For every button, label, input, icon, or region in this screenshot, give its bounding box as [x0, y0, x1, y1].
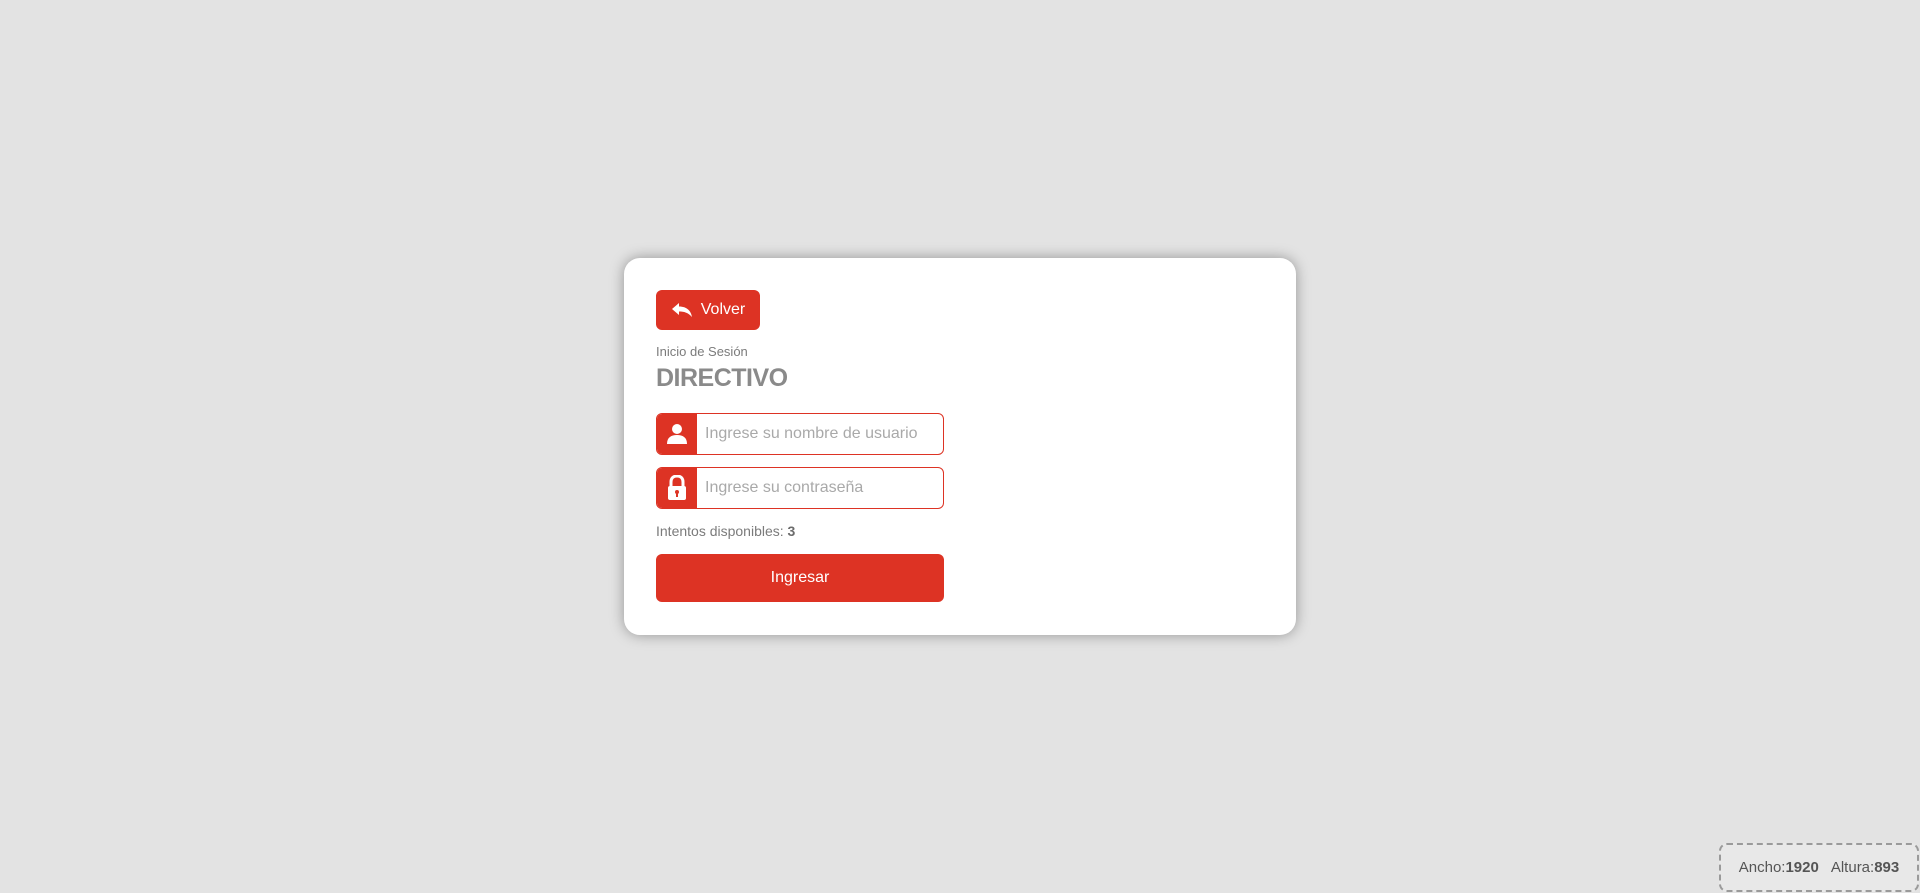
height-readout: Altura:893 — [1831, 859, 1899, 876]
attempts-value: 3 — [787, 523, 796, 539]
back-button[interactable]: Volver — [656, 290, 760, 330]
attempts-text: Intentos disponibles: 3 — [656, 523, 795, 539]
viewport-size-badge: Ancho:1920 Altura:893 — [1719, 843, 1919, 892]
submit-button[interactable]: Ingresar — [656, 554, 944, 602]
height-label: Altura: — [1830, 859, 1875, 876]
width-value: 1920 — [1785, 859, 1819, 876]
user-icon — [657, 414, 697, 454]
submit-button-label: Ingresar — [770, 569, 830, 586]
reply-arrow-icon — [671, 302, 693, 318]
attempts-label: Intentos disponibles: — [656, 523, 784, 539]
page-title: DIRECTIVO — [656, 364, 788, 392]
width-label: Ancho: — [1738, 859, 1786, 876]
width-readout: Ancho:1920 — [1739, 859, 1819, 876]
username-field — [656, 413, 944, 455]
login-card: Volver Inicio de Sesión DIRECTIVO Intent… — [624, 258, 1296, 635]
password-field — [656, 467, 944, 509]
login-subtitle: Inicio de Sesión — [656, 344, 748, 359]
username-input[interactable] — [697, 414, 943, 454]
lock-icon — [657, 468, 697, 508]
back-button-label: Volver — [700, 301, 746, 318]
height-value: 893 — [1874, 859, 1900, 876]
password-input[interactable] — [697, 468, 943, 508]
